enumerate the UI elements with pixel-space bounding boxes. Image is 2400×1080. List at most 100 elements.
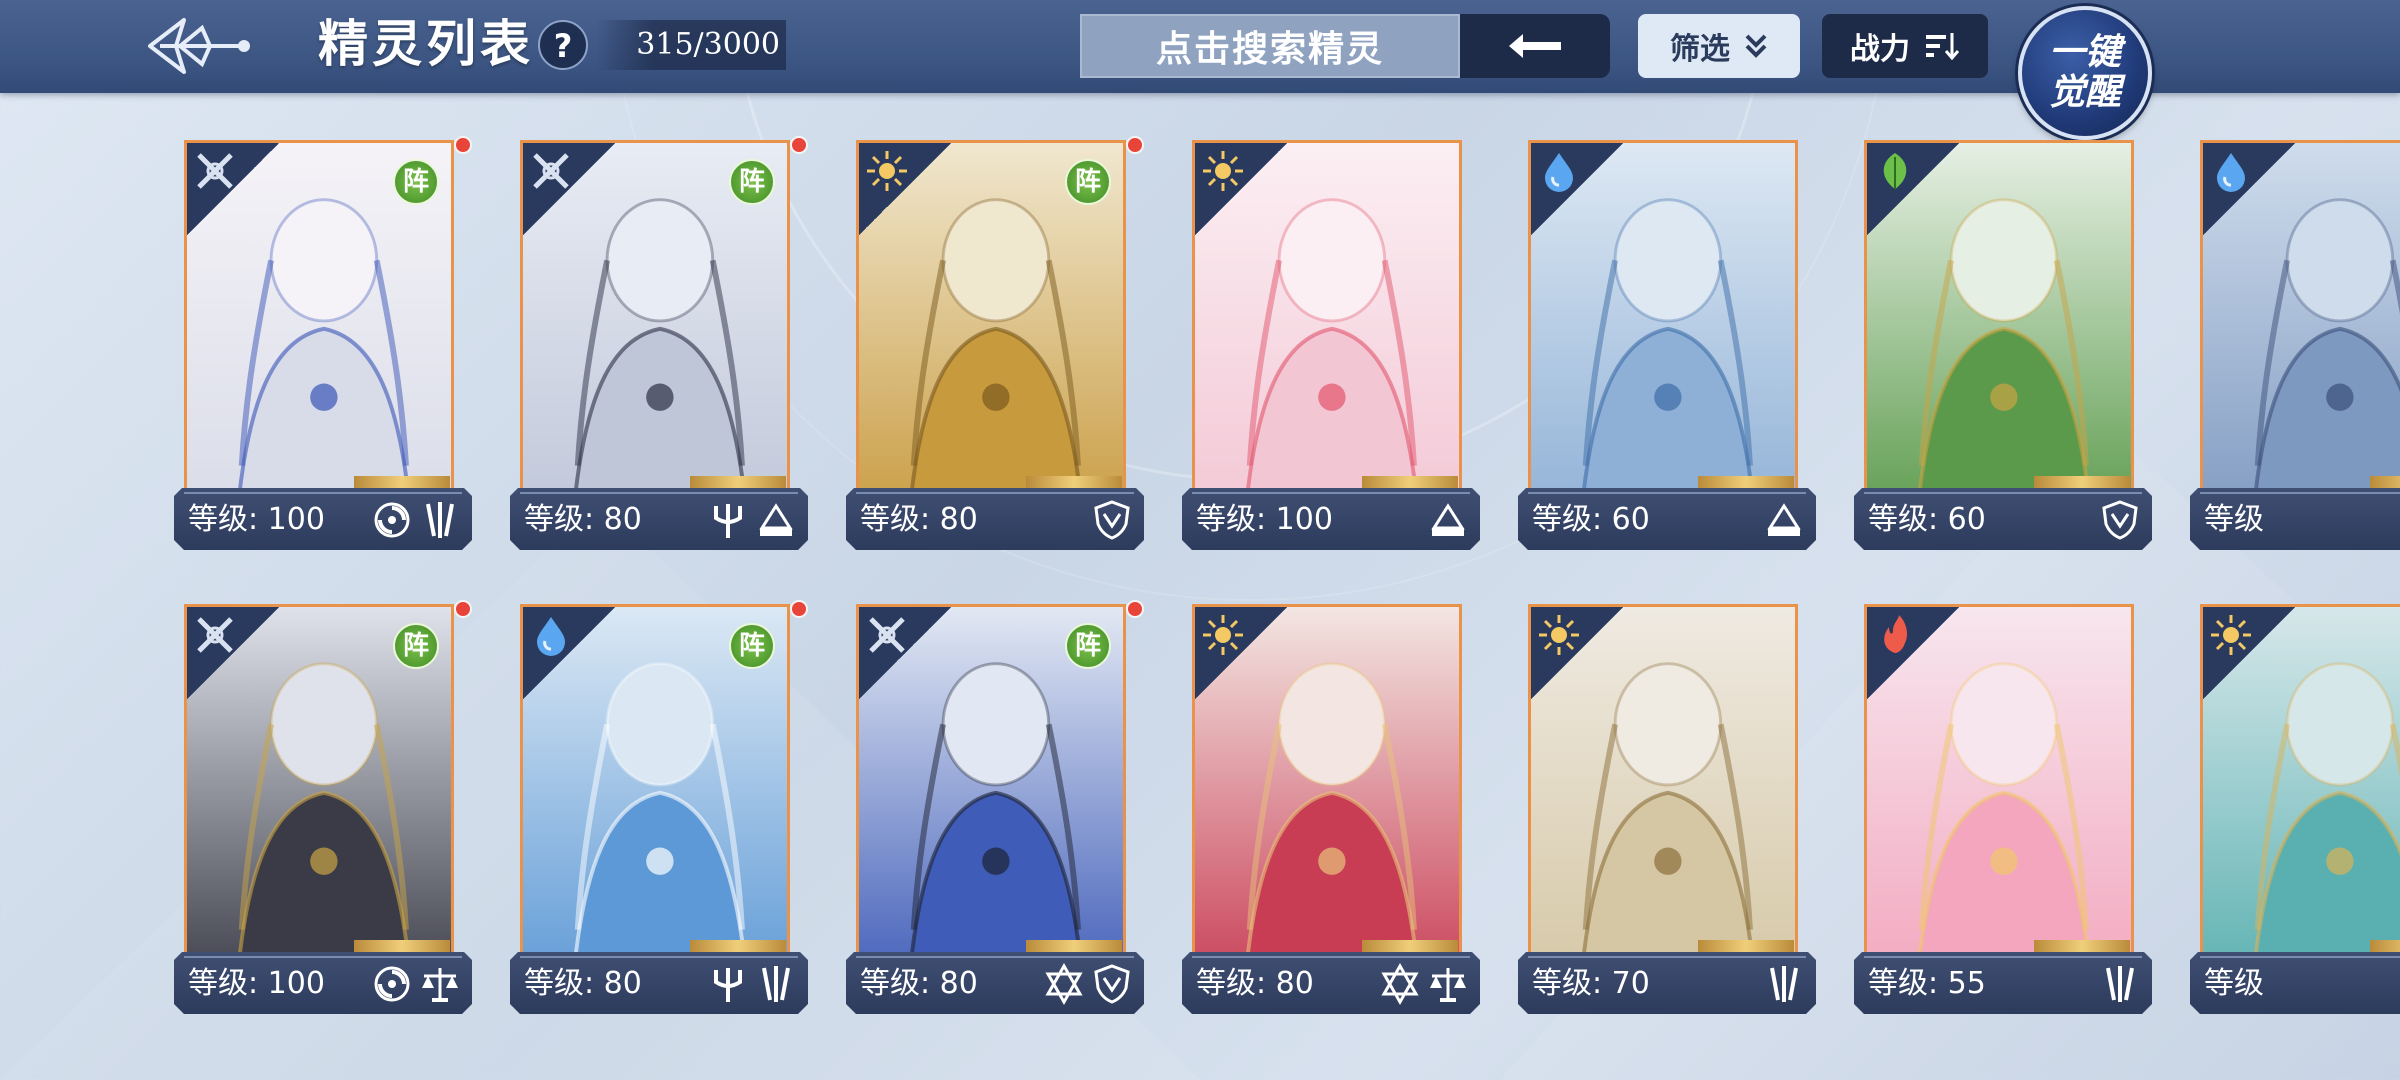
spirit-card[interactable]: 阵等级: 80 [846,600,1144,1028]
help-button[interactable]: ? [538,20,588,70]
shield-icon [1094,500,1130,540]
level-label: 等级: 80 [860,966,978,1001]
trait-icons [1762,498,1806,542]
page-title: 精灵列表 [318,15,534,73]
element-corner [523,143,615,235]
element-corner [2203,607,2295,699]
level-label: 等级: 55 [1868,966,1986,1001]
card-footer: 等级 [2190,952,2400,1014]
card-footer: 等级: 70 [1518,952,1816,1014]
element-corner [1531,607,1623,699]
spirit-card[interactable]: 阵等级: 80 [510,600,808,1028]
sort-label: 战力 [1850,32,1910,67]
formation-badge: 阵 [393,623,439,669]
level-label: 等级: 100 [188,502,325,537]
element-corner [1867,143,1959,235]
trait-icons [1090,498,1134,542]
spirit-card[interactable]: 等级: 80 [1182,604,1480,1028]
spirit-count: 315/3000 [596,20,786,70]
trident-icon [714,968,742,1002]
spirit-card[interactable]: 等级 [2190,604,2400,1028]
card-footer: 等级: 60 [1518,488,1816,550]
level-label: 等级: 100 [188,966,325,1001]
level-label: 等级 [2204,966,2264,1001]
clear-search-button[interactable] [1460,14,1610,78]
rarity-strip [354,476,450,490]
element-corner [1531,143,1623,235]
spirit-card[interactable]: 等级: 60 [1854,140,2152,564]
notification-dot [1126,600,1144,618]
rarity-strip [690,940,786,954]
hexagram-icon [1381,962,1419,1006]
back-button[interactable] [140,14,252,78]
spirit-card[interactable]: 等级: 55 [1854,604,2152,1028]
spirit-card[interactable]: 阵等级: 80 [510,136,808,564]
card-footer: 等级: 80 [1182,952,1480,1014]
level-label: 等级: 80 [524,502,642,537]
level-label: 等级: 80 [524,966,642,1001]
element-corner [187,143,279,235]
trait-icons [1426,498,1470,542]
card-footer: 等级: 100 [1182,488,1480,550]
element-corner [1195,143,1287,235]
level-label: 等级 [2204,502,2264,537]
light-star-icon [1203,615,1243,655]
card-footer: 等级: 80 [846,952,1144,1014]
trait-icons [2098,498,2142,542]
trait-icons [706,498,798,542]
water-drop-icon [537,617,565,656]
card-footer: 等级: 100 [174,952,472,1014]
spirit-card[interactable]: 阵等级: 80 [846,136,1144,564]
rarity-strip [2034,476,2130,490]
rarity-strip [1026,476,1122,490]
filter-button[interactable]: 筛选 [1638,14,1800,78]
rarity-strip [690,476,786,490]
rarity-strip [2370,940,2400,954]
rarity-strip [2034,940,2130,954]
element-corner [859,143,951,235]
spirit-card[interactable]: 等级 [2190,140,2400,564]
sort-descending-icon [1926,33,1960,61]
left-arrow-icon [1509,34,1561,58]
search-input[interactable]: 点击搜索精灵 [1080,14,1460,78]
sort-button[interactable]: 战力 [1822,14,1988,78]
filter-label: 筛选 [1670,32,1730,67]
spirit-card[interactable]: 阵等级: 100 [174,136,472,564]
vortex-icon [374,966,410,1002]
spirit-card[interactable]: 阵等级: 100 [174,600,472,1028]
element-corner [1867,607,1959,699]
rarity-strip [1698,940,1794,954]
element-corner [523,607,615,699]
water-drop-icon [2217,153,2245,192]
claw-icon [2106,966,2134,1002]
water-drop-icon [1545,153,1573,192]
spirit-card[interactable]: 等级: 100 [1182,140,1480,564]
light-star-icon [867,151,907,191]
trait-icons [1042,962,1134,1006]
level-label: 等级: 60 [1868,502,1986,537]
formation-badge: 阵 [1065,159,1111,205]
one-click-awaken-button[interactable]: 一键 觉醒 [2018,6,2152,140]
notification-dot [790,136,808,154]
card-footer: 等级: 80 [510,952,808,1014]
claw-icon [762,966,790,1002]
trait-icons [1378,962,1470,1006]
trait-icons [2098,962,2142,1006]
formation-badge: 阵 [393,159,439,205]
light-star-icon [2211,615,2251,655]
scroll-icon [759,503,793,536]
spirit-card[interactable]: 等级: 60 [1518,140,1816,564]
formation-badge: 阵 [1065,623,1111,669]
rarity-strip [354,940,450,954]
spirit-card[interactable]: 等级: 70 [1518,604,1816,1028]
card-footer: 等级: 100 [174,488,472,550]
chevron-down-icon [1745,34,1767,58]
notification-dot [790,600,808,618]
rarity-strip [2370,476,2400,490]
awaken-line1: 一键 [2048,31,2121,73]
neutral-x-icon [197,153,233,189]
hexagram-icon [1045,962,1083,1006]
rarity-strip [1362,940,1458,954]
scales-icon [1430,968,1466,1002]
trident-icon [714,504,742,538]
